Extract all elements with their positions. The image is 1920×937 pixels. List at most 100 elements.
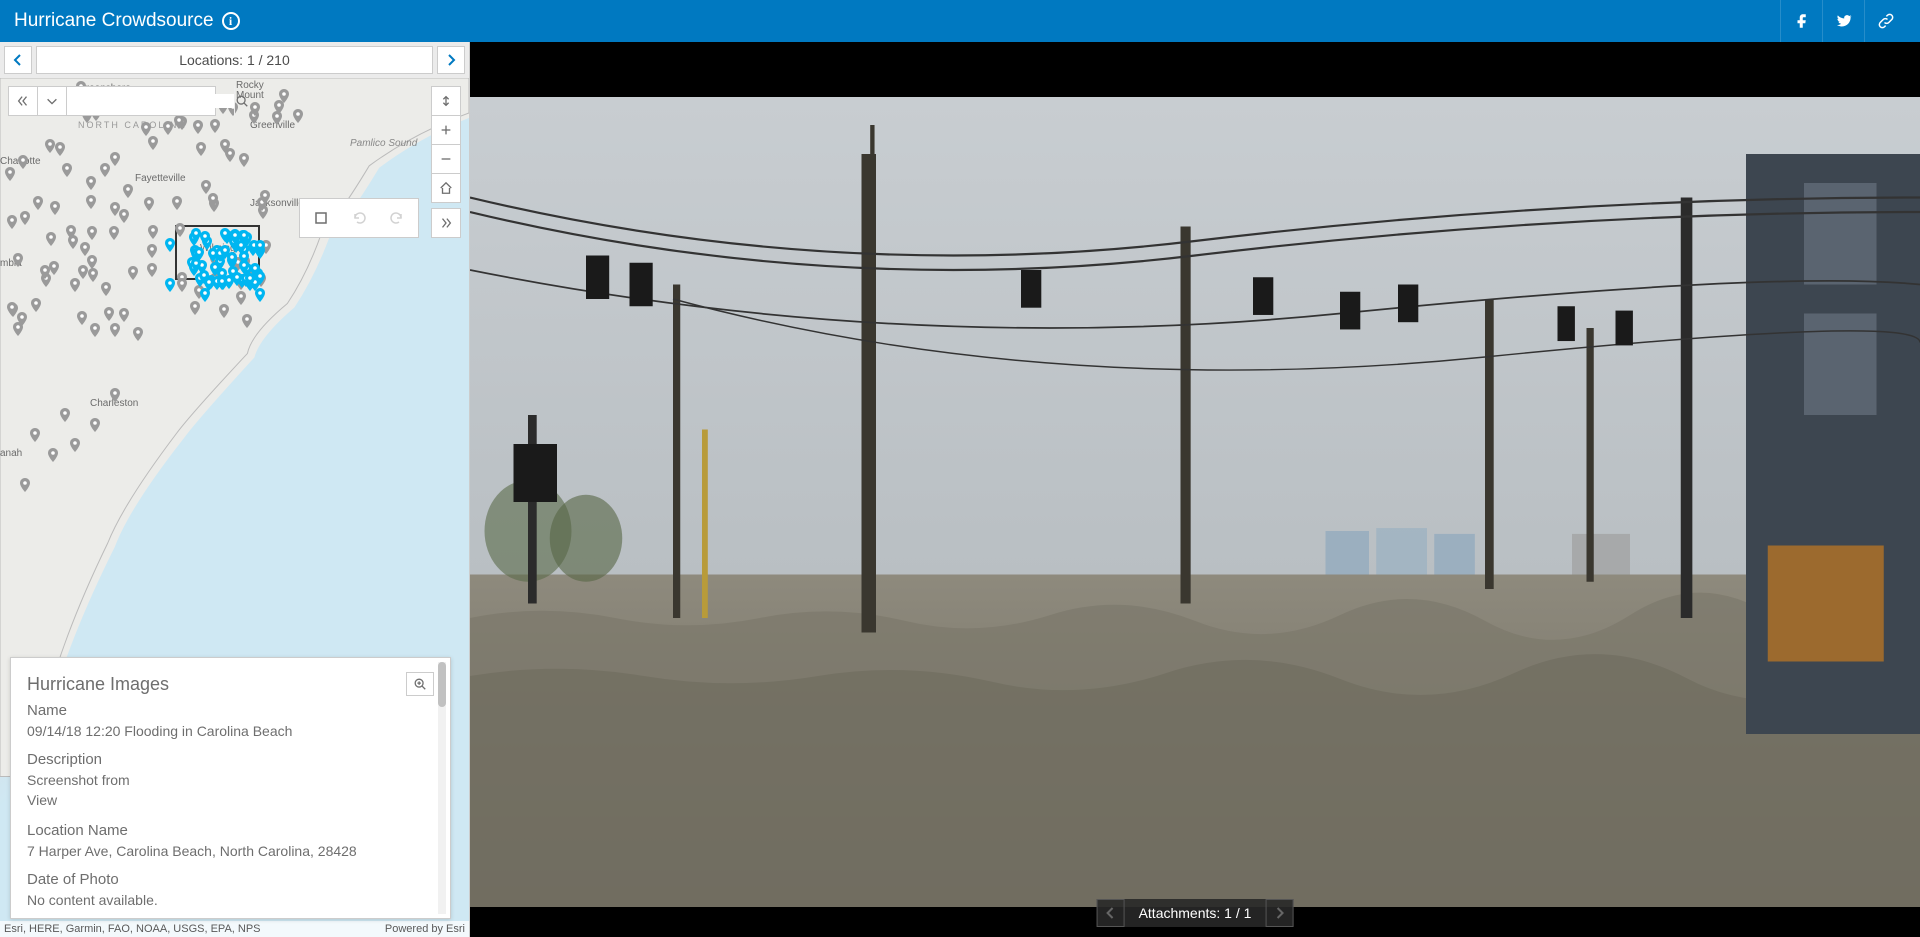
map-pin[interactable] — [255, 271, 265, 285]
popup-view-link[interactable]: View — [27, 792, 57, 808]
map-pin[interactable] — [163, 121, 173, 135]
map-pin[interactable] — [20, 211, 30, 225]
map-pin[interactable] — [260, 190, 270, 204]
map-pin[interactable] — [245, 273, 255, 287]
redo-selection-button[interactable] — [380, 203, 414, 233]
map-pin[interactable] — [177, 278, 187, 292]
map-pin[interactable] — [239, 260, 249, 274]
map-pin[interactable] — [172, 196, 182, 210]
map-pin[interactable] — [208, 193, 218, 207]
map-pin[interactable] — [87, 226, 97, 240]
map-pin[interactable] — [90, 418, 100, 432]
map-pin[interactable] — [86, 195, 96, 209]
map-pin[interactable] — [109, 226, 119, 240]
map-pin[interactable] — [210, 119, 220, 133]
map-pin[interactable] — [147, 263, 157, 277]
collapse-search-button[interactable] — [8, 86, 38, 116]
map-pin[interactable] — [5, 167, 15, 181]
map-pin[interactable] — [18, 155, 28, 169]
undo-selection-button[interactable] — [342, 203, 376, 233]
map-pin[interactable] — [33, 196, 43, 210]
map-pin[interactable] — [133, 327, 143, 341]
prev-attachment-button[interactable] — [1097, 899, 1125, 927]
map-pin[interactable] — [196, 142, 206, 156]
map-pin[interactable] — [119, 209, 129, 223]
map-pin[interactable] — [217, 276, 227, 290]
map-pin[interactable] — [110, 388, 120, 402]
map-pin[interactable] — [104, 307, 114, 321]
map-pin[interactable] — [175, 223, 185, 237]
map-pin[interactable] — [220, 139, 230, 153]
map-pin[interactable] — [255, 240, 265, 254]
map-pin[interactable] — [200, 288, 210, 302]
map-pin[interactable] — [110, 323, 120, 337]
info-icon[interactable]: i — [222, 12, 240, 30]
map-pin[interactable] — [147, 244, 157, 258]
map-pin[interactable] — [219, 304, 229, 318]
map-pin[interactable] — [46, 232, 56, 246]
map-pin[interactable] — [250, 102, 260, 116]
map-pin[interactable] — [100, 163, 110, 177]
map-pin[interactable] — [70, 278, 80, 292]
map-pin[interactable] — [128, 266, 138, 280]
search-input[interactable] — [67, 94, 234, 108]
twitter-icon[interactable] — [1822, 0, 1864, 42]
map-pin[interactable] — [60, 408, 70, 422]
map-pin[interactable] — [236, 240, 246, 254]
map-pin[interactable] — [40, 265, 50, 279]
map-pin[interactable] — [141, 122, 151, 136]
map-pin[interactable] — [55, 142, 65, 156]
map-pin[interactable] — [87, 255, 97, 269]
map-pin[interactable] — [272, 111, 282, 125]
next-attachment-button[interactable] — [1265, 899, 1293, 927]
map-pin[interactable] — [66, 225, 76, 239]
link-icon[interactable] — [1864, 0, 1906, 42]
map-pin[interactable] — [110, 152, 120, 166]
search-button[interactable] — [234, 86, 249, 116]
popup-zoom-button[interactable] — [406, 672, 434, 696]
map-pin[interactable] — [20, 478, 30, 492]
prev-location-button[interactable] — [4, 46, 32, 74]
map-pin[interactable] — [165, 278, 175, 292]
map-pin[interactable] — [148, 225, 158, 239]
map-pin[interactable] — [80, 242, 90, 256]
map-pin[interactable] — [101, 282, 111, 296]
popup-scrollbar[interactable] — [438, 662, 446, 914]
compass-button[interactable] — [431, 86, 461, 116]
map-pin[interactable] — [31, 298, 41, 312]
map-canvas[interactable]: Greensboro Rocky Mount NORTH CAROLINA Gr… — [0, 78, 469, 937]
map-pin[interactable] — [13, 253, 23, 267]
map-pin[interactable] — [193, 120, 203, 134]
map-pin[interactable] — [190, 301, 200, 315]
map-pin[interactable] — [7, 215, 17, 229]
map-pin[interactable] — [144, 197, 154, 211]
map-pin[interactable] — [90, 323, 100, 337]
map-pin[interactable] — [194, 247, 204, 261]
map-pin[interactable] — [62, 163, 72, 177]
map-pin[interactable] — [7, 302, 17, 316]
map-pin[interactable] — [30, 428, 40, 442]
map-pin[interactable] — [86, 176, 96, 190]
map-pin[interactable] — [242, 314, 252, 328]
map-pin[interactable] — [220, 245, 230, 259]
map-pin[interactable] — [17, 312, 27, 326]
facebook-icon[interactable] — [1780, 0, 1822, 42]
expand-tools-button[interactable] — [431, 208, 461, 238]
map-pin[interactable] — [174, 115, 184, 129]
map-pin[interactable] — [77, 311, 87, 325]
map-pin[interactable] — [220, 228, 230, 242]
next-location-button[interactable] — [437, 46, 465, 74]
map-pin[interactable] — [88, 268, 98, 282]
search-source-dropdown[interactable] — [37, 86, 67, 116]
map-pin[interactable] — [70, 438, 80, 452]
map-pin[interactable] — [119, 308, 129, 322]
map-pin[interactable] — [293, 109, 303, 123]
map-pin[interactable] — [200, 231, 210, 245]
map-pin[interactable] — [45, 139, 55, 153]
map-pin[interactable] — [50, 201, 60, 215]
map-pin[interactable] — [279, 89, 289, 103]
map-pin[interactable] — [165, 238, 175, 252]
map-pin[interactable] — [123, 184, 133, 198]
home-button[interactable] — [431, 173, 461, 203]
map-pin[interactable] — [239, 153, 249, 167]
